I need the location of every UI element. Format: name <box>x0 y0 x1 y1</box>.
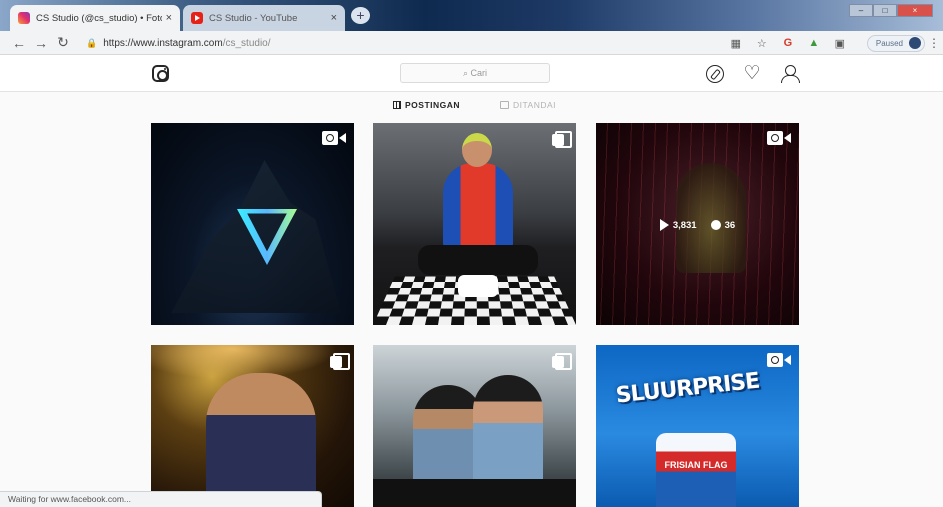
browser-toolbar: ← → ↻ 🔒 https://www.instagram.com/cs_stu… <box>0 31 943 55</box>
view-count: 3,831 <box>672 219 697 231</box>
person-figure <box>443 163 513 253</box>
lock-icon: 🔒 <box>86 37 98 48</box>
url-path: /cs_studio/ <box>222 37 271 49</box>
video-icon <box>767 131 791 145</box>
post-thumbnail[interactable] <box>373 345 576 507</box>
tagged-icon <box>500 101 509 109</box>
person-legs <box>418 245 538 275</box>
comment-count: 36 <box>724 219 736 231</box>
tab-tagged[interactable]: DITANDAI <box>500 100 556 110</box>
back-arrow-icon[interactable]: ← <box>8 35 30 51</box>
new-tab-button[interactable]: + <box>351 7 370 24</box>
tab-title: CS Studio - YouTube <box>209 12 298 24</box>
close-tab-icon[interactable]: × <box>166 12 172 24</box>
tab-posts[interactable]: POSTINGAN <box>393 100 460 110</box>
url-host: https://www.instagram.com <box>103 37 223 49</box>
tab-title: CS Studio (@cs_studio) • Foto d… <box>36 12 162 24</box>
person-boots <box>458 275 498 297</box>
tab-tagged-label: DITANDAI <box>513 100 557 110</box>
minimize-button[interactable]: – <box>849 4 873 17</box>
post-thumbnail[interactable] <box>151 345 354 507</box>
tab-instagram[interactable]: CS Studio (@cs_studio) • Foto d… × <box>10 5 180 31</box>
person-head <box>462 133 492 167</box>
grid-icon <box>393 101 401 109</box>
profile-button[interactable]: Paused <box>866 34 925 52</box>
hooded-figure <box>676 163 746 273</box>
post-thumbnail[interactable] <box>373 123 576 325</box>
bookmark-star-icon[interactable]: ☆ <box>749 37 775 50</box>
toolbar-actions: ▦ ☆ G ▲ ▣ Paused ⋮ <box>723 31 943 55</box>
window-controls: – □ × <box>849 4 933 17</box>
forward-arrow-icon[interactable]: → <box>30 35 52 51</box>
video-icon <box>322 131 346 145</box>
person-figure <box>473 375 543 495</box>
dj-equipment <box>373 479 576 507</box>
post-hover-stats: 3,831 36 <box>596 219 799 231</box>
carousel-icon <box>330 353 350 370</box>
mountain-scene <box>171 160 341 313</box>
post-thumbnail[interactable]: SLUURPRISE FRISIAN FLAG <box>596 345 799 507</box>
video-icon <box>767 353 791 367</box>
tab-posts-label: POSTINGAN <box>405 100 461 110</box>
compass-explore-icon[interactable] <box>706 65 724 83</box>
extension-green-icon[interactable]: ▲ <box>801 37 827 49</box>
youtube-icon <box>191 12 203 24</box>
avatar <box>909 37 921 49</box>
carousel-icon <box>552 131 572 148</box>
comment-icon <box>710 220 721 230</box>
profile-status: Paused <box>875 38 903 48</box>
brand-text: SLUURPRISE <box>614 368 761 409</box>
reload-icon[interactable]: ↻ <box>52 34 74 51</box>
menu-kebab-icon[interactable]: ⋮ <box>925 36 943 50</box>
close-window-button[interactable]: × <box>897 4 933 17</box>
post-thumbnail[interactable]: 3,831 36 <box>596 123 799 325</box>
profile-tabs: POSTINGAN DITANDAI <box>0 92 943 120</box>
cast-icon[interactable]: ▣ <box>827 37 853 50</box>
close-tab-icon[interactable]: × <box>331 12 337 24</box>
tab-youtube[interactable]: CS Studio - YouTube × <box>183 5 345 31</box>
search-input[interactable]: ⌕ Cari <box>400 63 550 83</box>
browser-tab-strip: CS Studio (@cs_studio) • Foto d… × CS St… <box>0 0 943 31</box>
instagram-icon <box>18 12 30 24</box>
translate-icon[interactable]: ▦ <box>723 37 749 50</box>
status-bar: Waiting for www.facebook.com... <box>0 491 322 507</box>
instagram-logo-icon[interactable] <box>152 65 169 82</box>
heart-activity-icon[interactable]: ♡ <box>743 64 761 83</box>
play-icon <box>659 219 669 231</box>
extension-red-icon[interactable]: G <box>775 37 801 49</box>
carousel-icon <box>552 353 572 370</box>
person-figure <box>206 373 316 507</box>
milk-carton <box>656 433 736 507</box>
address-bar[interactable]: 🔒 https://www.instagram.com/cs_studio/ <box>86 33 716 53</box>
post-thumbnail[interactable] <box>151 123 354 325</box>
profile-user-icon[interactable] <box>781 65 800 83</box>
carton-label: FRISIAN FLAG <box>664 460 728 470</box>
maximize-button[interactable]: □ <box>873 4 897 17</box>
instagram-header: ⌕ Cari ♡ <box>0 55 943 92</box>
